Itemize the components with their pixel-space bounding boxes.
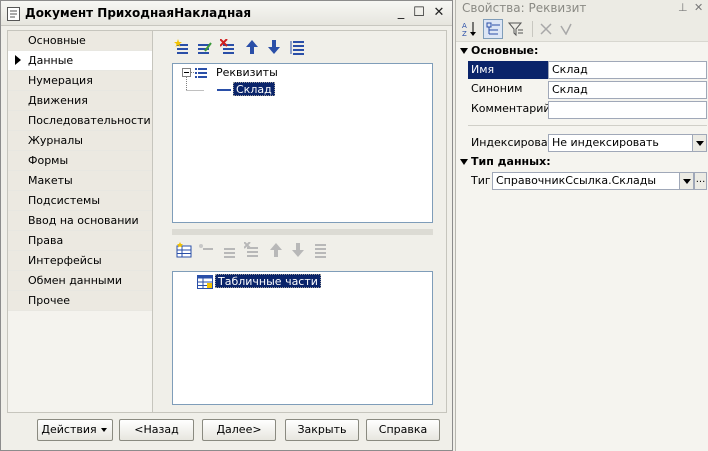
svg-text:Z: Z [462, 30, 467, 37]
close-properties-icon[interactable]: ✕ [694, 1, 703, 14]
attributes-tree[interactable]: Реквизиты Склад [172, 63, 433, 223]
comment-field[interactable] [548, 101, 707, 119]
tabular-section-icon [197, 275, 213, 289]
move-down-icon[interactable] [266, 39, 282, 55]
attribute-item-icon [217, 89, 231, 91]
actions-label: Действия [41, 423, 97, 436]
toolbar-separator [532, 21, 533, 37]
type-label: Тип [471, 174, 490, 187]
window-titlebar[interactable]: Документ ПриходнаяНакладная _ ☐ ✕ [1, 1, 452, 26]
type-more-button[interactable]: ... [694, 172, 707, 190]
tab-interfeysy[interactable]: Интерфейсы [8, 251, 152, 271]
actions-dropdown-icon [101, 428, 107, 432]
document-icon [7, 7, 20, 21]
attributes-folder-icon [195, 68, 207, 78]
type-dropdown-icon[interactable] [679, 173, 693, 189]
index-value: Не индексировать [552, 136, 659, 149]
tabular-toolbar [176, 242, 326, 260]
synonym-label: Синоним [471, 82, 523, 95]
pin-icon[interactable]: ⊥ [678, 1, 688, 14]
help-button[interactable]: Справка [366, 419, 440, 441]
section-type-header[interactable]: Тип данных: [460, 155, 551, 168]
tabular-root-label[interactable]: Табличные части [215, 274, 321, 288]
edit-attribute-icon[interactable] [196, 39, 212, 55]
properties-title: Свойства: Реквизит [456, 0, 708, 17]
filter-icon[interactable] [508, 21, 524, 37]
type-select[interactable]: СправочникСсылка.Склады [492, 172, 694, 190]
section-type-label: Тип данных: [471, 155, 551, 168]
clear-icon [540, 23, 552, 35]
minimize-button[interactable]: _ [393, 5, 409, 21]
index-dropdown-icon[interactable] [692, 135, 706, 151]
index-label: Индексировать [471, 136, 548, 149]
tab-makety[interactable]: Макеты [8, 171, 152, 191]
tab-zhurnaly[interactable]: Журналы [8, 131, 152, 151]
comment-label: Комментарий [471, 102, 548, 115]
close-button[interactable]: Закрыть [285, 419, 359, 441]
properties-toolbar: A Z [456, 17, 708, 42]
add-tabular-section-icon[interactable] [176, 242, 192, 258]
active-tab-arrow-icon [15, 55, 21, 65]
tree-splitter[interactable] [172, 229, 433, 235]
tab-dvizheniya[interactable]: Движения [8, 91, 152, 111]
categorized-view-button[interactable] [483, 19, 503, 39]
type-value: СправочникСсылка.Склады [496, 174, 657, 187]
tab-prochee[interactable]: Прочее [8, 291, 152, 311]
sort-icon[interactable] [290, 39, 306, 55]
tab-numeraciya[interactable]: Нумерация [8, 71, 152, 91]
tab-vvod-na-osnovanii[interactable]: Ввод на основании [8, 211, 152, 231]
attributes-root-label[interactable]: Реквизиты [216, 66, 278, 79]
delete-attribute-icon[interactable] [220, 39, 236, 55]
tab-osnovnye[interactable]: Основные [8, 31, 152, 51]
next-button[interactable]: Далее> [202, 419, 276, 441]
tree-item-sklad[interactable]: Склад [233, 82, 275, 96]
synonym-field[interactable]: Склад [548, 81, 707, 99]
add-attribute-icon[interactable] [174, 39, 190, 55]
properties-panel: Свойства: Реквизит ⊥ ✕ A Z Основные: Имя [455, 0, 708, 451]
categorized-view-icon [486, 22, 500, 35]
tab-obmen-dannymi[interactable]: Обмен данными [8, 271, 152, 291]
close-window-button[interactable]: ✕ [431, 5, 447, 21]
divider [468, 125, 707, 126]
name-label: Имя [468, 61, 548, 79]
tabular-sections-tree[interactable]: Табличные части [172, 271, 433, 405]
apply-icon [560, 23, 572, 35]
actions-button[interactable]: Действия [37, 419, 113, 441]
tab-prava[interactable]: Права [8, 231, 152, 251]
tab-posledovatelnosti[interactable]: Последовательности [8, 111, 152, 131]
move-up-disabled-icon [270, 243, 282, 257]
collapse-main-icon [460, 48, 468, 54]
name-field[interactable]: Склад [548, 61, 707, 79]
svg-text:A: A [462, 22, 467, 30]
move-up-icon[interactable] [244, 39, 260, 55]
back-button[interactable]: <Назад [119, 419, 194, 441]
sort-alphabetical-icon[interactable]: A Z [462, 21, 478, 37]
tab-podsistemy[interactable]: Подсистемы [8, 191, 152, 211]
add-column-icon [199, 244, 213, 250]
index-select[interactable]: Не индексировать [548, 134, 707, 152]
delete-disabled-icon [244, 242, 258, 257]
move-down-disabled-icon [292, 243, 304, 257]
attributes-toolbar [174, 39, 314, 57]
collapse-type-icon [460, 159, 468, 165]
section-main-label: Основные: [471, 44, 539, 57]
tab-dannye[interactable]: Данные [8, 51, 152, 71]
maximize-button[interactable]: ☐ [411, 5, 427, 21]
window-title: Документ ПриходнаяНакладная [25, 6, 252, 20]
edit-disabled-icon [224, 248, 235, 258]
section-main-header[interactable]: Основные: [460, 44, 538, 57]
sort-disabled-icon [315, 244, 326, 258]
tab-formy[interactable]: Формы [8, 151, 152, 171]
